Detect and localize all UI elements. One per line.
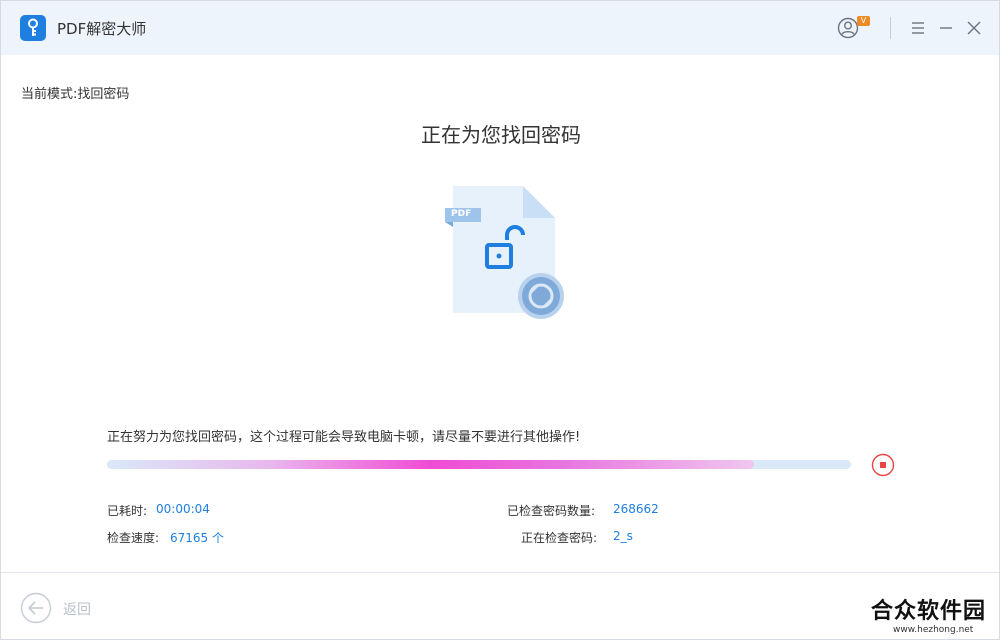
watermark-url: www.hezhong.net: [893, 625, 974, 635]
checked-count-value: 268662: [613, 502, 659, 516]
arrow-left-icon: [20, 592, 52, 624]
menu-button[interactable]: [908, 18, 928, 38]
pdf-badge: PDF: [451, 209, 472, 219]
elapsed-time-label: 已耗时:: [107, 504, 148, 518]
page-heading: 正在为您找回密码: [421, 123, 581, 147]
current-mode-value: 找回密码: [77, 87, 130, 102]
check-speed-value: 67165 个: [170, 531, 224, 545]
stop-button[interactable]: [871, 453, 895, 477]
progress-fill: [107, 460, 755, 469]
vip-badge: V: [857, 16, 870, 26]
watermark-title: 合众软件园: [871, 599, 987, 624]
app-title: PDF解密大师: [57, 20, 147, 38]
back-button[interactable]: 返回: [20, 592, 110, 624]
minimize-button[interactable]: [936, 18, 956, 38]
progress-message: 正在努力为您找回密码，这个过程可能会导致电脑卡顿，请尽量不要进行其他操作!: [107, 430, 581, 445]
progress-bar: [107, 460, 851, 469]
pdf-unlock-illustration: PDF: [441, 183, 571, 323]
menu-icon: [912, 22, 924, 34]
stop-icon: [871, 453, 895, 477]
current-mode: 当前模式:找回密码: [21, 83, 129, 102]
close-icon: [967, 21, 981, 35]
account-button[interactable]: V: [837, 16, 871, 42]
title-bar: PDF解密大师 V: [1, 1, 999, 55]
refresh-icon: [518, 273, 564, 319]
app-window: PDF解密大师 V 当前模式:找回密码 正在为您找回密码 PDF 正在努力为您找…: [0, 0, 1000, 640]
back-label: 返回: [63, 602, 91, 618]
check-speed-label: 检查速度:: [107, 531, 160, 545]
checked-count-label: 已检查密码数量:: [507, 504, 596, 518]
title-divider: [890, 17, 891, 39]
minimize-icon: [940, 27, 952, 29]
watermark-logo: 合众软件园 www.hezhong.net: [865, 593, 995, 639]
footer-divider: [1, 572, 999, 573]
current-mode-label: 当前模式:: [21, 87, 78, 102]
pdf-file-icon: [445, 186, 564, 319]
close-button[interactable]: [964, 18, 984, 38]
current-password-label: 正在检查密码:: [521, 531, 598, 545]
current-password-value: 2_s: [613, 529, 633, 543]
elapsed-time-value: 00:00:04: [156, 502, 210, 516]
key-icon: [20, 15, 46, 41]
